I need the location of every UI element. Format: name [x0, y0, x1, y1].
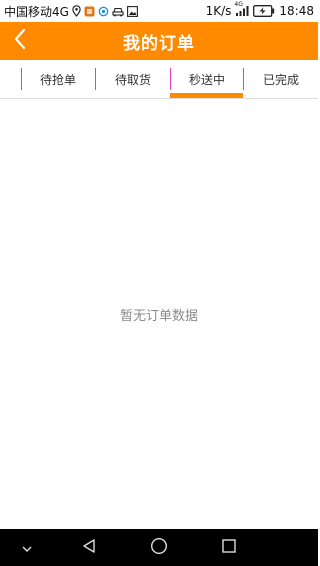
order-screen: 中国移动4G 1K/s 4G 18:48 我的订单 待抢单 待取货 秒送中 已完…: [0, 0, 318, 566]
image-icon: [126, 5, 138, 17]
back-triangle-icon: [81, 538, 97, 558]
location-icon: [72, 5, 81, 17]
tab-completed[interactable]: 已完成: [244, 60, 318, 98]
network-speed: 1K/s: [205, 4, 232, 18]
tab-label: 秒送中: [188, 72, 225, 87]
app-header: 我的订单: [0, 22, 318, 60]
tab-label: 已完成: [262, 72, 299, 87]
nav-recents-button[interactable]: [214, 529, 244, 566]
tab-label: 待取货: [114, 72, 151, 87]
status-bar: 中国移动4G 1K/s 4G 18:48: [0, 0, 318, 22]
clock: 18:48: [279, 4, 314, 18]
tab-pending-pickup[interactable]: 待取货: [96, 60, 170, 98]
order-list: 暂无订单数据: [0, 100, 318, 529]
tab-pending-grab[interactable]: 待抢单: [21, 60, 95, 98]
empty-state-message: 暂无订单数据: [119, 309, 198, 324]
order-tabs: 待抢单 待取货 秒送中 已完成: [0, 60, 318, 99]
collapse-button[interactable]: [14, 529, 40, 566]
app-notification-icon: [84, 6, 95, 17]
nav-home-button[interactable]: [144, 529, 174, 566]
chevron-left-icon: [13, 28, 27, 54]
back-button[interactable]: [6, 26, 34, 56]
battery-charging-icon: [253, 5, 275, 17]
tab-label: 待抢单: [39, 72, 76, 87]
system-nav-bar: [0, 529, 318, 566]
sync-icon: [98, 6, 109, 17]
collapse-icon: [21, 538, 33, 557]
recents-square-icon: [221, 538, 237, 558]
carrier-label: 中国移动4G: [4, 4, 69, 19]
network-badge: 4G: [234, 1, 243, 8]
tab-active-indicator: [170, 93, 243, 98]
car-icon: [112, 6, 124, 17]
page-title: 我的订单: [123, 33, 195, 54]
nav-back-button[interactable]: [74, 529, 104, 566]
home-circle-icon: [150, 537, 168, 559]
signal-icon: 4G: [234, 1, 249, 17]
